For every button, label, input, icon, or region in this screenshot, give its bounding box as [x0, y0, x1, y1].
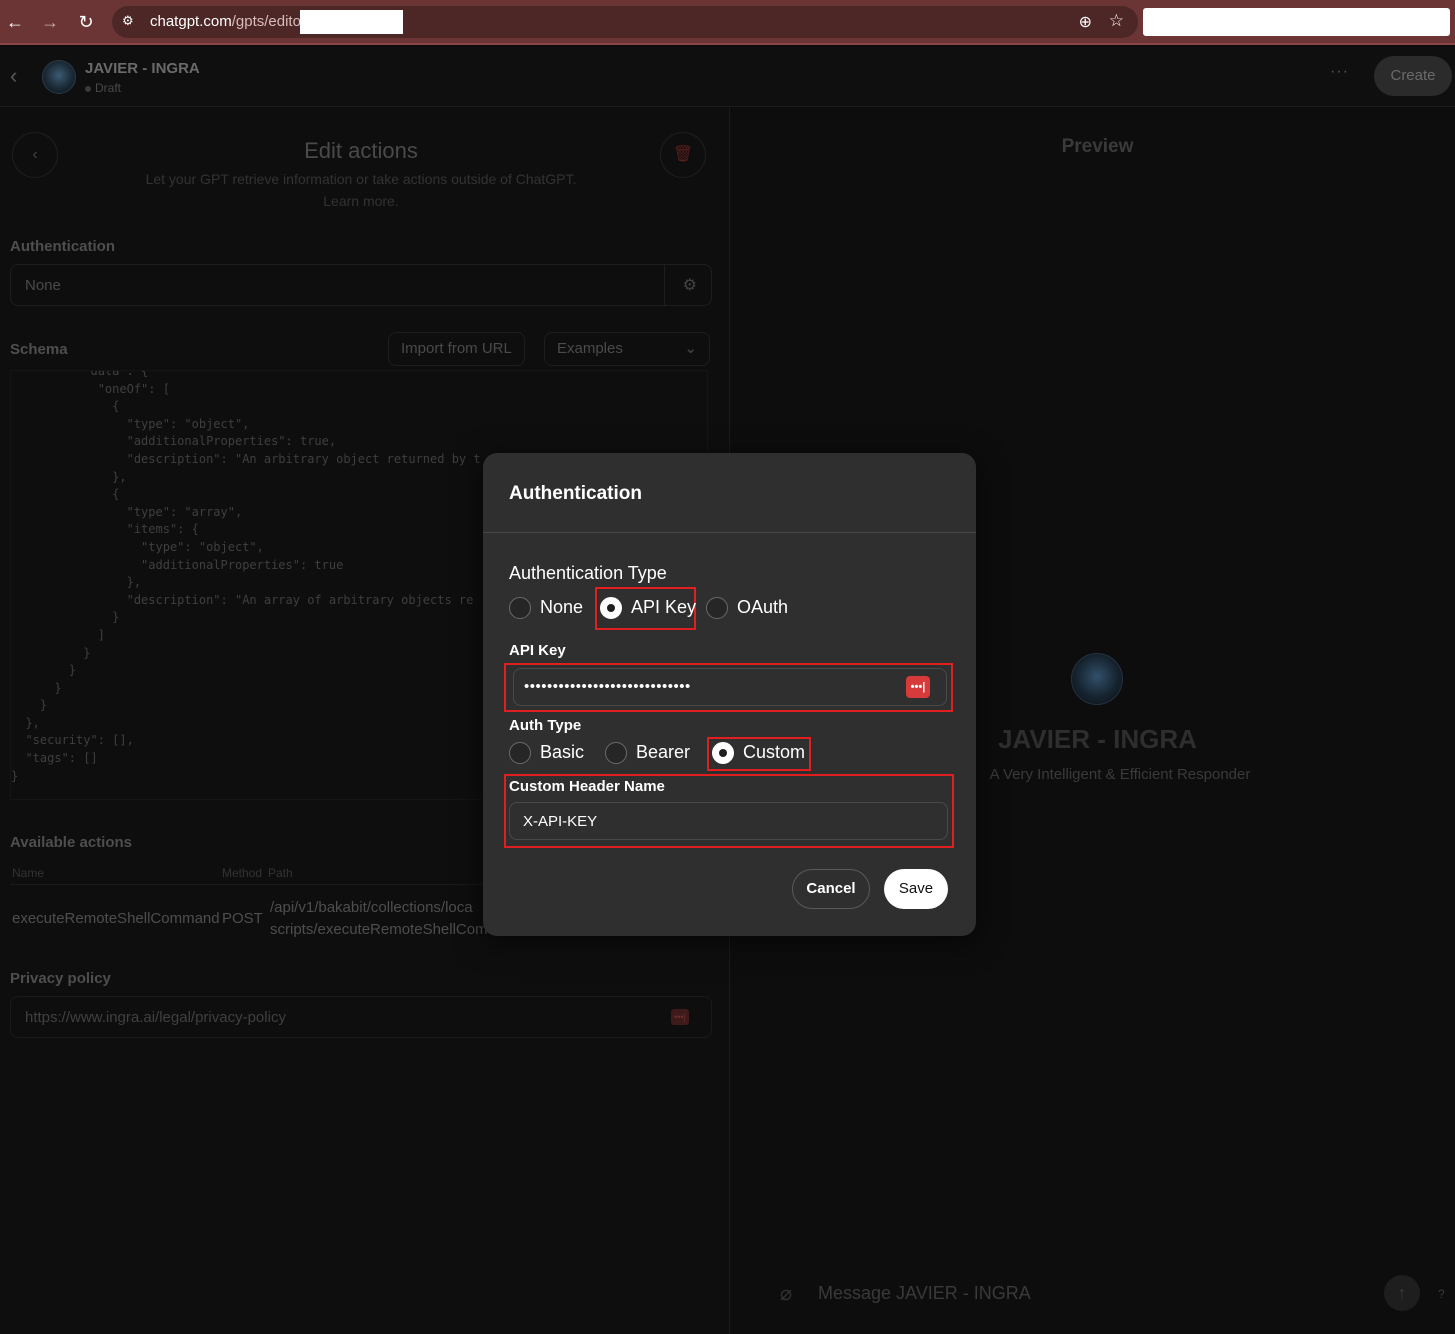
- redacted-url-segment: [300, 10, 403, 34]
- message-composer[interactable]: ⌀ Message JAVIER - INGRA ↑ ?: [780, 1273, 1450, 1313]
- create-button[interactable]: Create: [1374, 56, 1452, 96]
- api-key-value: •••••••••••••••••••••••••••••: [524, 678, 691, 695]
- more-options-icon[interactable]: ···: [1330, 63, 1349, 81]
- chevron-down-icon: ⌄: [684, 340, 697, 357]
- modal-divider: [483, 532, 976, 533]
- site-settings-icon[interactable]: ⚙: [122, 13, 134, 29]
- action-name: executeRemoteShellCommand: [12, 910, 220, 927]
- password-manager-icon[interactable]: •••|: [671, 1009, 689, 1025]
- custom-header-name-label: Custom Header Name: [509, 778, 665, 795]
- authentication-modal: Authentication Authentication Type None …: [483, 453, 976, 936]
- authentication-field[interactable]: None ⚙: [10, 264, 712, 306]
- action-method: POST: [222, 910, 263, 927]
- redacted-profile-area: [1143, 8, 1450, 36]
- privacy-policy-label: Privacy policy: [10, 970, 111, 987]
- privacy-policy-input[interactable]: https://www.ingra.ai/legal/privacy-polic…: [10, 996, 712, 1038]
- reload-icon[interactable]: ↻: [73, 9, 99, 35]
- preview-title: Preview: [1061, 136, 1134, 157]
- gpt-avatar-large: [1071, 653, 1123, 705]
- column-header-method: Method: [222, 866, 263, 880]
- save-button[interactable]: Save: [884, 869, 948, 909]
- edit-actions-subtitle: Let your GPT retrieve information or tak…: [0, 168, 722, 212]
- status-dot-icon: [85, 85, 91, 92]
- api-key-label: API Key: [509, 642, 566, 659]
- privacy-policy-value: https://www.ingra.ai/legal/privacy-polic…: [25, 1009, 286, 1026]
- forward-arrow-icon[interactable]: →: [37, 9, 63, 35]
- auth-type-label: Auth Type: [509, 717, 582, 734]
- password-manager-icon[interactable]: •••|: [906, 676, 930, 698]
- authentication-type-label: Authentication Type: [509, 563, 667, 583]
- column-header-path: Path: [268, 866, 293, 880]
- back-chevron-icon[interactable]: ‹: [10, 63, 17, 89]
- radio-checked-icon[interactable]: [712, 742, 734, 764]
- back-arrow-icon[interactable]: ←: [2, 9, 28, 35]
- send-arrow-icon[interactable]: ↑: [1384, 1275, 1420, 1311]
- paperclip-icon[interactable]: ⌀: [780, 1281, 792, 1306]
- draft-status: Draft: [85, 81, 121, 95]
- gear-icon[interactable]: ⚙: [683, 275, 697, 295]
- radio-circle-icon[interactable]: [706, 597, 728, 619]
- bookmark-star-icon[interactable]: ☆: [1109, 11, 1124, 31]
- app-header: ‹ JAVIER - INGRA Draft ··· Create: [0, 47, 1455, 107]
- radio-circle-icon[interactable]: [605, 742, 627, 764]
- action-path-line2: scripts/executeRemoteShellCom: [270, 921, 488, 938]
- zoom-icon[interactable]: ⊕: [1079, 12, 1092, 32]
- url-text[interactable]: chatgpt.com/gpts/editor: [150, 13, 306, 30]
- field-divider: [664, 265, 665, 305]
- authentication-value: None: [25, 277, 61, 294]
- message-input[interactable]: Message JAVIER - INGRA: [818, 1283, 1031, 1304]
- examples-dropdown[interactable]: Examples ⌄: [544, 332, 710, 366]
- gpt-avatar: [42, 60, 76, 94]
- radio-checked-icon[interactable]: [600, 597, 622, 619]
- help-icon[interactable]: ?: [1438, 1287, 1445, 1301]
- import-from-url-button[interactable]: Import from URL: [388, 332, 525, 366]
- address-bar[interactable]: ⚙ chatgpt.com/gpts/editor ⊕ ☆: [112, 6, 1138, 38]
- learn-more-link[interactable]: Learn more.: [0, 190, 722, 212]
- edit-actions-title: Edit actions: [304, 138, 418, 163]
- gpt-name: JAVIER - INGRA: [85, 60, 200, 77]
- column-header-name: Name: [12, 866, 45, 880]
- browser-toolbar: ← → ↻ ⚙ chatgpt.com/gpts/editor ⊕ ☆: [0, 0, 1455, 45]
- available-actions-label: Available actions: [10, 834, 132, 851]
- cancel-button[interactable]: Cancel: [792, 869, 870, 909]
- schema-label: Schema: [10, 341, 68, 358]
- custom-header-value: X-API-KEY: [523, 813, 598, 830]
- radio-circle-icon[interactable]: [509, 742, 531, 764]
- authentication-label: Authentication: [10, 238, 115, 255]
- modal-title: Authentication: [509, 483, 642, 504]
- radio-circle-icon[interactable]: [509, 597, 531, 619]
- action-path-line1: /api/v1/bakabit/collections/loca: [270, 899, 473, 916]
- custom-header-name-input[interactable]: X-API-KEY: [509, 802, 948, 840]
- api-key-input[interactable]: ••••••••••••••••••••••••••••• •••|: [513, 668, 947, 706]
